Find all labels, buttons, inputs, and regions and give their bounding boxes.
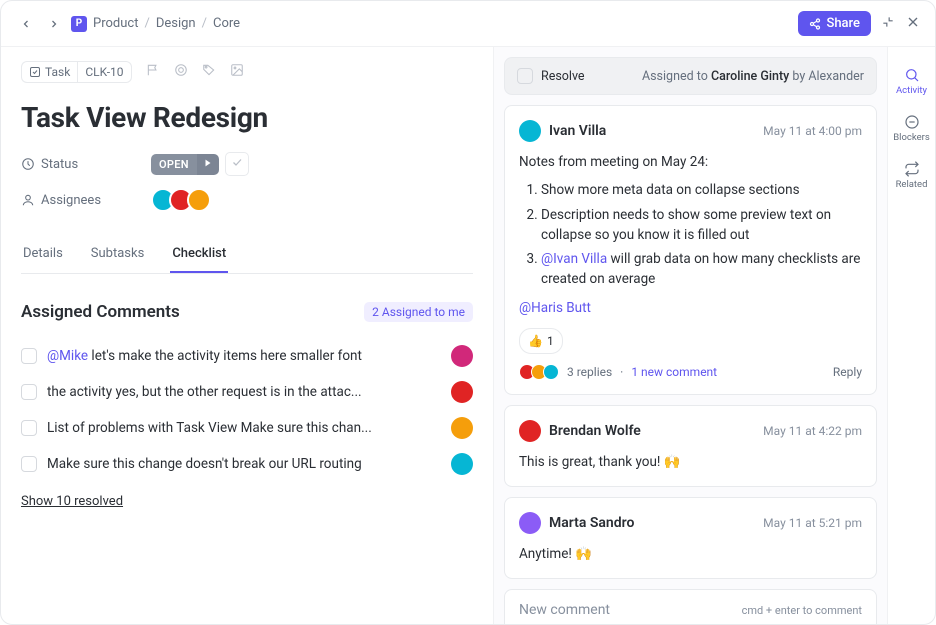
collapse-icon[interactable] [881, 15, 895, 33]
task-toolbar: Task CLK-10 [21, 61, 473, 83]
comment-card: Ivan Villa May 11 at 4:00 pm Notes from … [504, 105, 877, 395]
composer-placeholder: New comment [519, 602, 610, 618]
resolve-checkbox[interactable] [517, 68, 533, 84]
close-icon[interactable] [905, 14, 921, 34]
avatar[interactable] [451, 417, 473, 439]
project-chip[interactable]: P [71, 16, 87, 32]
side-rail: Activity Blockers Related [887, 47, 935, 624]
comment-body: Anytime! 🙌 [519, 544, 862, 564]
crumb-product[interactable]: Product [93, 16, 138, 31]
rail-blockers[interactable]: Blockers [888, 106, 935, 151]
checkbox[interactable] [21, 384, 37, 400]
resolve-bar: Resolve Assigned to Caroline Ginty by Al… [504, 57, 877, 95]
new-comment-link[interactable]: 1 new comment [631, 365, 717, 379]
forward-button[interactable] [43, 13, 65, 35]
avatar [519, 512, 541, 534]
comment-time: May 11 at 4:00 pm [763, 124, 862, 138]
reply-avatars [519, 364, 559, 380]
reply-button[interactable]: Reply [833, 365, 862, 379]
checkbox[interactable] [21, 456, 37, 472]
header-left: P Product / Design / Core [15, 13, 240, 35]
assigned-badge[interactable]: 2 Assigned to me [364, 302, 473, 322]
assignees-label: Assignees [21, 193, 141, 208]
flag-icon[interactable] [146, 63, 160, 81]
status-pill[interactable]: OPEN [151, 154, 197, 175]
crumb-core[interactable]: Core [213, 16, 240, 31]
assigned-section-head: Assigned Comments 2 Assigned to me [21, 302, 473, 322]
header-right: Share [798, 11, 921, 36]
status-complete-button[interactable] [225, 152, 249, 176]
activity-pane: Resolve Assigned to Caroline Ginty by Al… [493, 47, 887, 624]
image-icon[interactable] [230, 63, 244, 81]
page-title: Task View Redesign [21, 101, 473, 134]
tab-details[interactable]: Details [21, 236, 65, 273]
tab-subtasks[interactable]: Subtasks [89, 236, 147, 273]
show-resolved-link[interactable]: Show 10 resolved [21, 494, 473, 509]
task-id-chip[interactable]: CLK-10 [77, 61, 131, 83]
assignee-avatars[interactable] [151, 188, 211, 212]
comment-author: Brendan Wolfe [549, 423, 641, 439]
avatar [519, 120, 541, 142]
avatar [519, 420, 541, 442]
comment-text: @Mike let's make the activity items here… [47, 348, 441, 364]
resolve-label: Resolve [541, 69, 585, 84]
comment-time: May 11 at 5:21 pm [763, 516, 862, 530]
assigned-title: Assigned Comments [21, 302, 180, 322]
status-row: Status OPEN [21, 152, 473, 176]
assigned-comment-row[interactable]: the activity yes, but the other request … [21, 374, 473, 410]
assigned-comment-row[interactable]: @Mike let's make the activity items here… [21, 338, 473, 374]
checkbox[interactable] [21, 420, 37, 436]
comment-time: May 11 at 4:22 pm [763, 424, 862, 438]
sprint-icon[interactable] [174, 63, 188, 81]
crumb-design[interactable]: Design [156, 16, 196, 31]
tab-checklist[interactable]: Checklist [170, 236, 228, 273]
header-bar: P Product / Design / Core Share [1, 1, 935, 47]
rail-activity[interactable]: Activity [888, 59, 935, 104]
assigned-comment-row[interactable]: Make sure this change doesn't break our … [21, 446, 473, 482]
comment-card: Brendan Wolfe May 11 at 4:22 pm This is … [504, 405, 877, 487]
status-next-button[interactable] [197, 154, 219, 175]
reaction-button[interactable]: 👍 1 [519, 328, 563, 354]
comment-author: Ivan Villa [549, 123, 606, 139]
mention-link[interactable]: @Haris Butt [519, 298, 862, 318]
breadcrumb: P Product / Design / Core [71, 16, 240, 32]
assignees-row: Assignees [21, 188, 473, 212]
avatar[interactable] [451, 345, 473, 367]
left-pane: Task CLK-10 Task View Redesign Status [1, 47, 493, 624]
task-type-chip[interactable]: Task [21, 61, 77, 83]
comment-text: List of problems with Task View Make sur… [47, 420, 441, 436]
comment-body: This is great, thank you! 🙌 [519, 452, 862, 472]
avatar[interactable] [187, 188, 211, 212]
comment-card: Marta Sandro May 11 at 5:21 pm Anytime! … [504, 497, 877, 579]
avatar[interactable] [451, 381, 473, 403]
composer-hint: cmd + enter to comment [742, 604, 862, 617]
rail-related[interactable]: Related [888, 153, 935, 198]
comment-composer[interactable]: New comment cmd + enter to comment [504, 589, 877, 624]
share-button[interactable]: Share [798, 11, 871, 36]
avatar[interactable] [451, 453, 473, 475]
tag-icon[interactable] [202, 63, 216, 81]
tabs: Details Subtasks Checklist [21, 236, 473, 274]
checkbox[interactable] [21, 348, 37, 364]
comment-text: Make sure this change doesn't break our … [47, 456, 441, 472]
back-button[interactable] [15, 13, 37, 35]
status-label: Status [21, 157, 141, 172]
replies-count[interactable]: 3 replies [567, 365, 612, 379]
comment-text: the activity yes, but the other request … [47, 384, 441, 400]
comment-author: Marta Sandro [549, 515, 634, 531]
comment-body: Notes from meeting on May 24: Show more … [519, 152, 862, 354]
resolve-assignee: Assigned to Caroline Ginty by Alexander [642, 69, 864, 84]
assigned-list: @Mike let's make the activity items here… [21, 338, 473, 482]
assigned-comment-row[interactable]: List of problems with Task View Make sur… [21, 410, 473, 446]
